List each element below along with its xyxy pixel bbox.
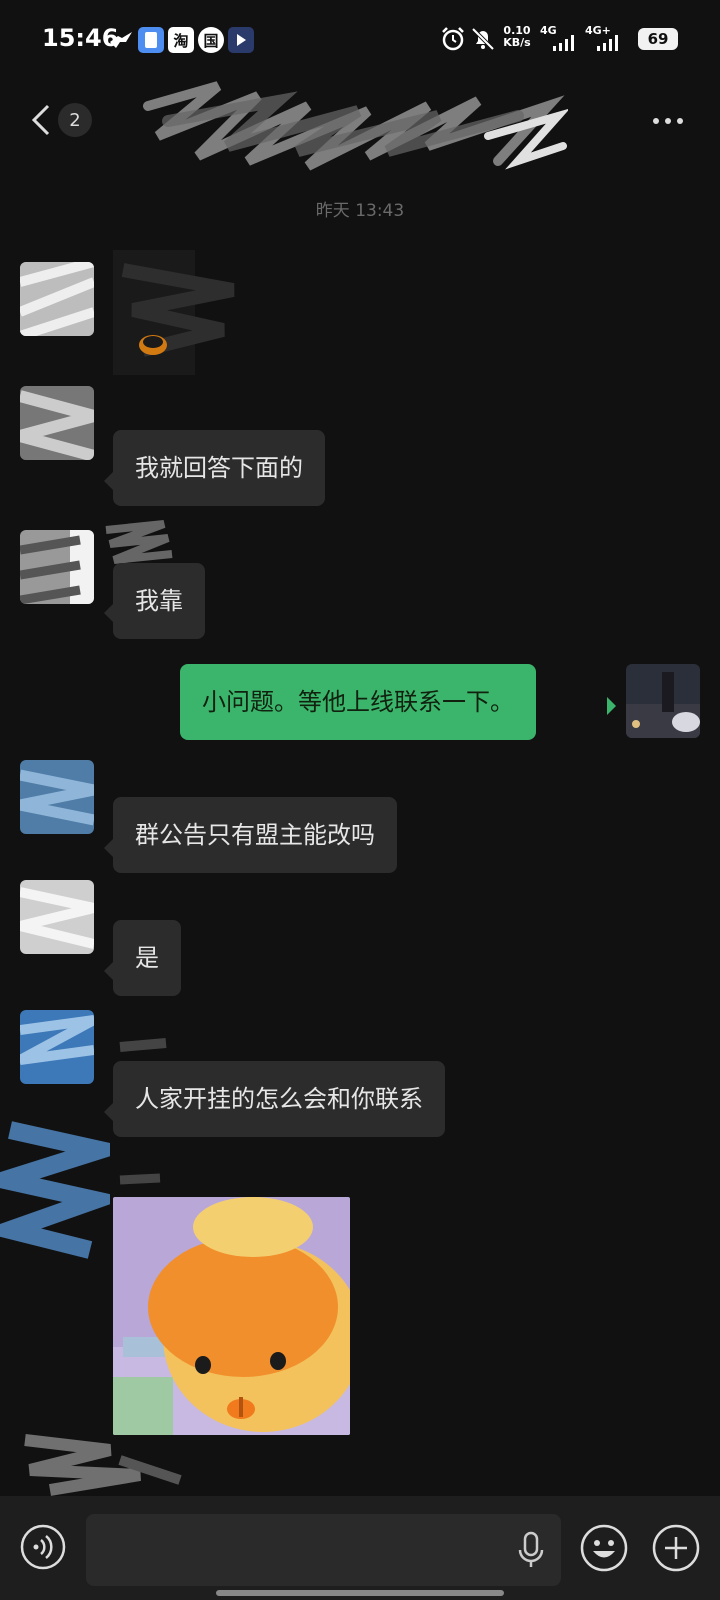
- signal-icon-2: [596, 34, 622, 56]
- bubble-tail: [104, 962, 113, 980]
- sender-name-redacted: [118, 1170, 162, 1190]
- plus-icon: [652, 1524, 700, 1572]
- image-message[interactable]: [113, 250, 243, 375]
- more-options-button[interactable]: [648, 106, 688, 136]
- signal-icon: [552, 34, 578, 56]
- message-bubble[interactable]: 群公告只有盟主能改吗: [113, 797, 397, 873]
- avatar[interactable]: [20, 386, 94, 460]
- message-bubble[interactable]: 我就回答下面的: [113, 430, 325, 506]
- unread-count-badge[interactable]: 2: [58, 103, 92, 137]
- chevron-left-icon: [31, 104, 50, 136]
- voice-icon: [20, 1524, 66, 1570]
- taobao-icon: 淘: [168, 27, 194, 53]
- avatar[interactable]: [0, 1110, 135, 1260]
- bubble-tail: [104, 604, 113, 622]
- guo-app-icon: 国: [198, 27, 224, 53]
- alarm-icon: [440, 26, 466, 56]
- emoji-icon: [580, 1524, 628, 1572]
- sticker-message[interactable]: [113, 1197, 350, 1435]
- chat-timestamp: 昨天 13:43: [315, 201, 405, 221]
- message-bubble[interactable]: 我靠: [113, 563, 205, 639]
- network-speed-unit: KB/s: [503, 36, 531, 49]
- bubble-tail: [607, 697, 616, 715]
- avatar[interactable]: [20, 530, 94, 604]
- network-speed: 0.10 KB/s: [503, 25, 531, 49]
- my-message-bubble[interactable]: 小问题。等他上线联系一下。: [180, 664, 536, 740]
- status-time: 15:46: [42, 24, 119, 52]
- message-bubble[interactable]: 人家开挂的怎么会和你联系: [113, 1061, 445, 1137]
- sender-name-redacted: [118, 1035, 168, 1057]
- more-dots-icon: [653, 118, 683, 124]
- avatar[interactable]: [20, 760, 94, 834]
- my-avatar[interactable]: [626, 664, 700, 738]
- orange-duck-sticker: [113, 1197, 350, 1435]
- home-indicator[interactable]: [216, 1590, 504, 1596]
- avatar[interactable]: [20, 1010, 94, 1084]
- battery-indicator: 69: [638, 28, 678, 50]
- message-input[interactable]: [86, 1514, 561, 1586]
- bubble-tail: [104, 472, 113, 490]
- emoji-button[interactable]: [580, 1524, 628, 1572]
- bubble-tail: [104, 839, 113, 857]
- back-button[interactable]: [28, 102, 56, 138]
- voice-toggle-button[interactable]: [20, 1524, 66, 1570]
- avatar[interactable]: [20, 262, 94, 336]
- file-icon: [138, 27, 164, 53]
- message-bubble[interactable]: 是: [113, 920, 181, 996]
- video-icon: [228, 27, 254, 53]
- mute-bell-icon: [470, 26, 496, 56]
- bird-icon: [108, 27, 134, 53]
- avatar[interactable]: [20, 880, 94, 954]
- avatar[interactable]: [20, 1430, 200, 1496]
- chat-title-redacted: [138, 66, 571, 176]
- microphone-icon[interactable]: [516, 1530, 546, 1570]
- sender-name-redacted: [104, 520, 174, 566]
- more-actions-button[interactable]: [652, 1524, 700, 1572]
